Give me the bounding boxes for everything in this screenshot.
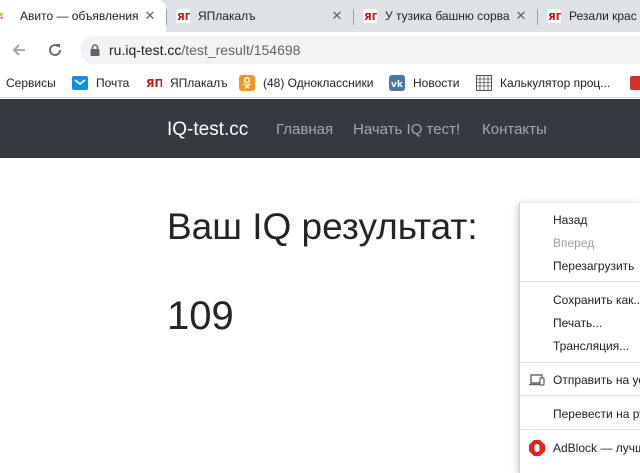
bookmark-odnoklassniki[interactable]: (48) Одноклассники — [239, 68, 373, 98]
menu-separator — [520, 429, 640, 430]
tab-rezali[interactable]: ЯП Резали крас — [538, 0, 640, 32]
menu-item-label: Отправить на уст — [553, 373, 640, 387]
url-path: /test_result/154698 — [181, 42, 301, 58]
menu-item-label: Трансляция... — [553, 339, 630, 353]
menu-item-label: Печать... — [553, 316, 603, 330]
menu-item-forward: Вперед — [520, 231, 640, 255]
tab-strip: Авито — объявления о ✕ ЯП ЯПлакалъ ✕ ЯП … — [0, 0, 640, 32]
bookmark-news[interactable]: vk Новости — [389, 68, 459, 98]
menu-item-print[interactable]: Печать... — [520, 311, 640, 335]
bookmark-yaplakal[interactable]: ЯП ЯПлакалъ — [146, 68, 228, 98]
bookmark-favicon — [630, 76, 640, 90]
menu-item-label: Назад — [553, 213, 588, 227]
menu-item-translate[interactable]: Перевести на русский — [520, 402, 640, 426]
browser-toolbar: ru.iq-test.cc/test_result/154698 — [0, 32, 640, 68]
bookmark-overflow[interactable] — [630, 68, 640, 98]
site-brand-link[interactable]: IQ-test.cc — [167, 119, 248, 141]
arrow-left-icon — [12, 44, 25, 56]
nav-link-start-test[interactable]: Начать IQ тест! — [353, 121, 460, 138]
tab-close-button[interactable]: ✕ — [513, 8, 529, 24]
nav-link-contacts[interactable]: Контакты — [482, 121, 547, 138]
svg-text:vk: vk — [391, 80, 404, 90]
yaplakal-favicon: ЯП — [176, 9, 190, 23]
bookmark-label: Почта — [96, 76, 130, 90]
calculator-icon — [476, 75, 492, 91]
menu-item-label: AdBlock — лучший — [553, 441, 640, 455]
bookmark-services[interactable]: Сервисы — [0, 68, 56, 98]
bookmark-label: Калькулятор проц... — [500, 76, 611, 90]
tab-title: Резали крас — [569, 9, 637, 23]
mail-icon — [72, 76, 88, 90]
svg-text:ЯП: ЯП — [548, 12, 561, 23]
yaplakal-favicon: ЯП — [146, 77, 162, 90]
vk-icon: vk — [389, 75, 405, 91]
url-domain: ru.iq-test.cc — [109, 42, 182, 58]
url-text: ru.iq-test.cc/test_result/154698 — [109, 42, 300, 58]
send-to-device-icon — [529, 374, 545, 386]
tab-close-button[interactable]: ✕ — [142, 8, 158, 24]
tab-title: ЯПлакалъ — [198, 9, 256, 23]
avito-favicon — [0, 12, 3, 19]
odnoklassniki-icon — [239, 75, 255, 91]
nav-link-home[interactable]: Главная — [276, 121, 333, 138]
menu-item-cast[interactable]: Трансляция... — [520, 334, 640, 358]
bookmark-label: (48) Одноклассники — [263, 76, 374, 90]
tab-tuzik[interactable]: ЯП У тузика башню сорва ✕ — [354, 0, 537, 32]
site-navbar: IQ-test.cc Главная Начать IQ тест! Конта… — [0, 99, 640, 158]
bookmarks-bar: Сервисы Почта ЯП ЯПлакалъ (48) Однокласс… — [0, 68, 640, 98]
menu-item-send-to-device[interactable]: Отправить на уст — [520, 368, 640, 392]
tab-avito[interactable]: Авито — объявления о ✕ — [0, 0, 166, 32]
apps-grid-icon — [0, 75, 4, 91]
tab-title: У тузика башню сорва — [385, 9, 510, 23]
menu-item-label: Перевести на русский — [553, 407, 640, 421]
tab-yaplakal[interactable]: ЯП ЯПлакалъ ✕ — [167, 0, 353, 32]
tab-close-button[interactable]: ✕ — [329, 8, 345, 24]
svg-text:ЯП: ЯП — [146, 77, 162, 90]
result-heading: Ваш IQ результат: — [167, 206, 478, 247]
reload-icon — [49, 44, 61, 56]
menu-item-label: Сохранить как... — [553, 293, 640, 307]
menu-separator — [520, 362, 640, 363]
yaplakal-favicon: ЯП — [547, 9, 561, 23]
svg-text:ЯП: ЯП — [364, 12, 377, 23]
menu-separator — [520, 395, 640, 396]
menu-item-label: Вперед — [553, 236, 595, 250]
bookmark-label: Сервисы — [6, 76, 56, 90]
tab-title: Авито — объявления о — [20, 9, 142, 23]
reload-button[interactable] — [44, 39, 66, 61]
menu-separator — [520, 281, 640, 282]
bookmark-label: Новости — [413, 76, 460, 90]
menu-item-adblock[interactable]: AdBlock — лучший — [520, 436, 640, 460]
adblock-icon — [529, 440, 545, 456]
bookmark-calculator[interactable]: Калькулятор проц... — [476, 68, 610, 98]
menu-item-save-as[interactable]: Сохранить как... — [520, 288, 640, 312]
svg-text:ЯП: ЯП — [177, 12, 190, 23]
lock-icon — [90, 44, 100, 56]
address-bar[interactable]: ru.iq-test.cc/test_result/154698 — [80, 36, 640, 64]
result-value: 109 — [167, 294, 234, 338]
menu-item-reload[interactable]: Перезагрузить — [520, 254, 640, 278]
menu-item-back[interactable]: Назад — [520, 208, 640, 232]
menu-item-label: Перезагрузить — [553, 259, 635, 273]
bookmark-label: ЯПлакалъ — [170, 76, 228, 90]
context-menu: Назад Вперед Перезагрузить Сохранить как… — [519, 203, 640, 473]
bookmark-mail[interactable]: Почта — [72, 68, 129, 98]
back-button[interactable] — [8, 39, 30, 61]
yaplakal-favicon: ЯП — [363, 9, 377, 23]
